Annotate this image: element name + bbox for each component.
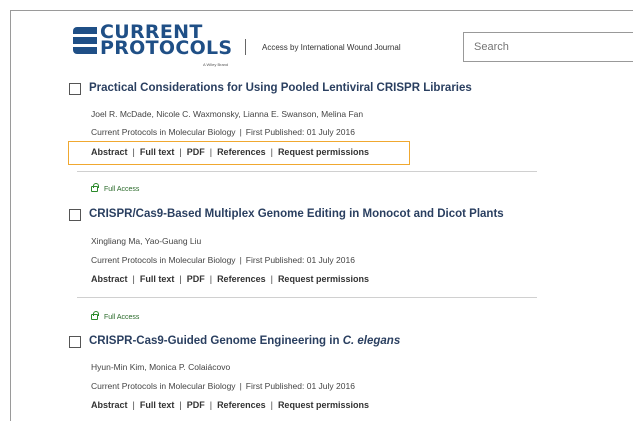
references-link[interactable]: References (217, 400, 266, 410)
published-date: First Published: 01 July 2016 (245, 255, 355, 265)
search-input[interactable] (463, 32, 633, 62)
abstract-link[interactable]: Abstract (91, 400, 128, 410)
unlock-icon (91, 311, 99, 320)
article-title-species: C. elegans (342, 335, 401, 347)
current-protocols-logo[interactable]: CURRENT PROTOCOLS A Wiley Brand (73, 23, 233, 71)
article-title[interactable]: Practical Considerations for Using Poole… (89, 82, 472, 94)
article-authors[interactable]: Hyun-Min Kim, Monica P. Colaiácovo (91, 362, 230, 372)
select-checkbox[interactable] (69, 209, 81, 221)
article-title[interactable]: CRISPR/Cas9-Based Multiplex Genome Editi… (89, 208, 504, 220)
article-authors[interactable]: Xingliang Ma, Yao-Guang Liu (91, 236, 201, 246)
full-text-link[interactable]: Full text (140, 147, 175, 157)
full-text-link[interactable]: Full text (140, 400, 175, 410)
divider (77, 297, 537, 298)
journal-name[interactable]: Current Protocols in Molecular Biology (91, 127, 236, 137)
request-permissions-link[interactable]: Request permissions (278, 274, 369, 284)
journal-name[interactable]: Current Protocols in Molecular Biology (91, 381, 236, 391)
divider (77, 171, 537, 172)
references-link[interactable]: References (217, 274, 266, 284)
pdf-link[interactable]: PDF (187, 274, 205, 284)
article-links: Abstract | Full text | PDF | References | Reques… (91, 274, 369, 284)
access-badge: Full Access (91, 311, 140, 321)
published-date: First Published: 01 July 2016 (245, 127, 355, 137)
access-label: Full Access (104, 186, 140, 193)
references-link[interactable]: References (217, 147, 266, 157)
article-journal: Current Protocols in Molecular Biology | F… (91, 127, 355, 137)
article-links: Abstract | Full text | PDF | References | Reques… (91, 147, 369, 157)
pdf-link[interactable]: PDF (187, 400, 205, 410)
article-journal: Current Protocols in Molecular Biology | F… (91, 255, 355, 265)
browser-viewport: CURRENT PROTOCOLS A Wiley Brand Access b… (10, 10, 633, 421)
select-checkbox[interactable] (69, 336, 81, 348)
article-title-main: CRISPR-Cas9-Guided Genome Engineering in (89, 335, 343, 347)
logo-tagline: A Wiley Brand (203, 62, 229, 67)
article-journal: Current Protocols in Molecular Biology | F… (91, 381, 355, 391)
journal-name[interactable]: Current Protocols in Molecular Biology (91, 255, 236, 265)
request-permissions-link[interactable]: Request permissions (278, 400, 369, 410)
select-checkbox[interactable] (69, 83, 81, 95)
access-badge: Full Access (91, 183, 140, 193)
logo-wordmark: CURRENT PROTOCOLS (100, 23, 233, 59)
logo-mark-icon (73, 27, 97, 57)
article-links: Abstract | Full text | PDF | References | Reques… (91, 400, 369, 410)
header-divider (245, 39, 246, 55)
article-title[interactable]: CRISPR-Cas9-Guided Genome Engineering in… (89, 335, 400, 347)
unlock-icon (91, 183, 99, 192)
pdf-link[interactable]: PDF (187, 147, 205, 157)
published-date: First Published: 01 July 2016 (245, 381, 355, 391)
request-permissions-link[interactable]: Request permissions (278, 147, 369, 157)
site-header: CURRENT PROTOCOLS A Wiley Brand Access b… (11, 11, 633, 81)
full-text-link[interactable]: Full text (140, 274, 175, 284)
access-label: Full Access (104, 314, 140, 321)
logo-line-2: PROTOCOLS (100, 37, 233, 59)
access-text: Access by International Wound Journal (262, 43, 401, 52)
abstract-link[interactable]: Abstract (91, 147, 128, 157)
article-authors[interactable]: Joel R. McDade, Nicole C. Waxmonsky, Lia… (91, 109, 363, 119)
abstract-link[interactable]: Abstract (91, 274, 128, 284)
